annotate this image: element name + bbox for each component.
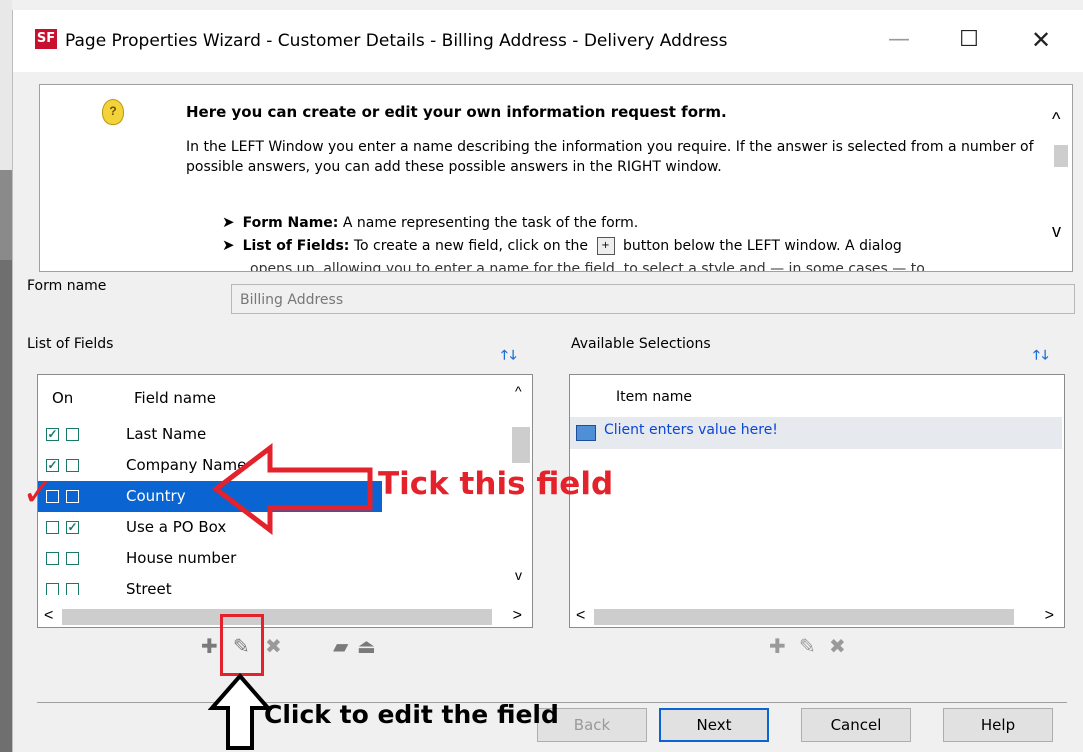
on-checkbox[interactable]	[46, 521, 59, 534]
scroll-thumb[interactable]	[1054, 145, 1068, 167]
delete-field-icon[interactable]: ✖	[265, 636, 282, 656]
title-bar: SF Page Properties Wizard - Customer Det…	[13, 10, 1083, 72]
minimize-button[interactable]: —	[879, 22, 919, 58]
close-button[interactable]: ✕	[1021, 22, 1061, 58]
selections-list[interactable]: Item name Client enters value here! < >	[569, 374, 1065, 628]
bullet-term: List of Fields:	[242, 238, 350, 254]
scroll-thumb[interactable]	[594, 609, 1014, 625]
on-checkbox[interactable]	[46, 583, 59, 595]
input-field-icon	[576, 425, 596, 441]
scroll-thumb[interactable]	[62, 609, 492, 625]
second-checkbox[interactable]	[66, 428, 79, 441]
on-checkbox[interactable]: ✓	[46, 428, 59, 441]
edit-item-icon[interactable]: ✎	[799, 636, 816, 656]
new-field-icon: +	[596, 237, 615, 255]
available-selections-label: Available Selections	[571, 336, 711, 352]
bullet-text: button below the LEFT window. A dialog	[622, 238, 902, 254]
window-title: Page Properties Wizard - Customer Detail…	[65, 31, 728, 51]
lightbulb-icon: ?	[102, 99, 124, 125]
add-field-icon[interactable]: ✚	[201, 636, 218, 656]
column-on[interactable]: On	[52, 389, 73, 407]
tick-this-field-annotation: Tick this field	[378, 466, 614, 502]
second-checkbox[interactable]	[66, 583, 79, 595]
scroll-right-icon[interactable]: >	[1045, 607, 1054, 625]
bullet-arrow-icon: ➤	[222, 213, 235, 231]
save-field-icon[interactable]: ⏏	[357, 636, 376, 656]
selections-horizontal-scrollbar[interactable]: < >	[570, 605, 1064, 627]
scroll-up-icon[interactable]: ^	[515, 383, 522, 399]
red-arrow-shape	[211, 442, 373, 536]
table-row[interactable]: House number	[38, 543, 508, 574]
list-item[interactable]: Client enters value here!	[570, 417, 1062, 449]
bullet-text: To create a new field, click on the	[353, 238, 589, 254]
on-checkbox[interactable]	[46, 552, 59, 565]
red-highlight-box-annotation	[220, 614, 264, 676]
cancel-button[interactable]: Cancel	[801, 708, 911, 742]
add-item-icon[interactable]: ✚	[769, 636, 786, 656]
help-bullet-list-of-fields: ➤ List of Fields: To create a new field, …	[222, 236, 902, 255]
item-name: Client enters value here!	[604, 422, 778, 438]
list-of-fields-label: List of Fields	[27, 336, 114, 352]
field-name: House number	[126, 549, 237, 567]
bullet-term: Form Name:	[242, 215, 339, 231]
next-button[interactable]: Next	[659, 708, 769, 742]
desktop-background	[0, 0, 12, 752]
wizard-window: SF Page Properties Wizard - Customer Det…	[12, 10, 1083, 752]
scroll-thumb[interactable]	[512, 427, 530, 463]
field-name: Street	[126, 580, 172, 595]
help-heading: Here you can create or edit your own inf…	[186, 103, 727, 121]
second-checkbox[interactable]	[66, 459, 79, 472]
help-scrollbar[interactable]: ^ v	[1050, 85, 1072, 271]
red-checkmark-annotation: ✓	[22, 470, 54, 514]
scroll-left-icon[interactable]: <	[44, 607, 53, 625]
scroll-left-icon[interactable]: <	[576, 607, 585, 625]
scroll-down-icon[interactable]: v	[515, 567, 522, 583]
second-checkbox[interactable]	[66, 552, 79, 565]
app-logo-icon: SF	[35, 29, 57, 49]
red-arrow-left-annotation	[211, 442, 373, 536]
help-paragraph: In the LEFT Window you enter a name desc…	[186, 139, 1034, 175]
help-clipped-line: opens up, allowing you to enter a name f…	[250, 261, 925, 272]
column-item-name[interactable]: Item name	[616, 389, 692, 405]
import-field-icon[interactable]: ▰	[333, 636, 348, 656]
form-name-input[interactable]: Billing Address	[231, 284, 1075, 314]
help-button[interactable]: Help	[943, 708, 1053, 742]
maximize-button[interactable]: ☐	[949, 22, 989, 58]
field-name: Country	[126, 487, 186, 505]
form-name-label: Form name	[27, 278, 107, 294]
second-checkbox[interactable]	[66, 490, 79, 503]
scroll-right-icon[interactable]: >	[513, 607, 522, 625]
bullet-text: A name representing the task of the form…	[342, 215, 639, 231]
black-arrow-shape	[208, 672, 272, 750]
column-field-name[interactable]: Field name	[134, 389, 216, 407]
second-checkbox[interactable]: ✓	[66, 521, 79, 534]
help-bullet-form-name: ➤ Form Name: A name representing the task…	[222, 213, 638, 231]
fields-horizontal-scrollbar[interactable]: < >	[38, 605, 532, 627]
fields-sort-arrows-icon[interactable]: 🡑🡓	[501, 346, 519, 368]
scroll-down-icon[interactable]: v	[1052, 221, 1061, 242]
scroll-up-icon[interactable]: ^	[1052, 109, 1060, 130]
delete-item-icon[interactable]: ✖	[829, 636, 846, 656]
table-row[interactable]: Street	[38, 574, 508, 595]
selections-sort-arrows-icon[interactable]: 🡑🡓	[1033, 346, 1051, 368]
help-panel: ? Here you can create or edit your own i…	[39, 84, 1073, 272]
click-to-edit-annotation: Click to edit the field	[264, 700, 559, 729]
field-name: Last Name	[126, 425, 207, 443]
bullet-arrow-icon: ➤	[222, 236, 235, 254]
black-arrow-up-annotation	[208, 672, 272, 750]
